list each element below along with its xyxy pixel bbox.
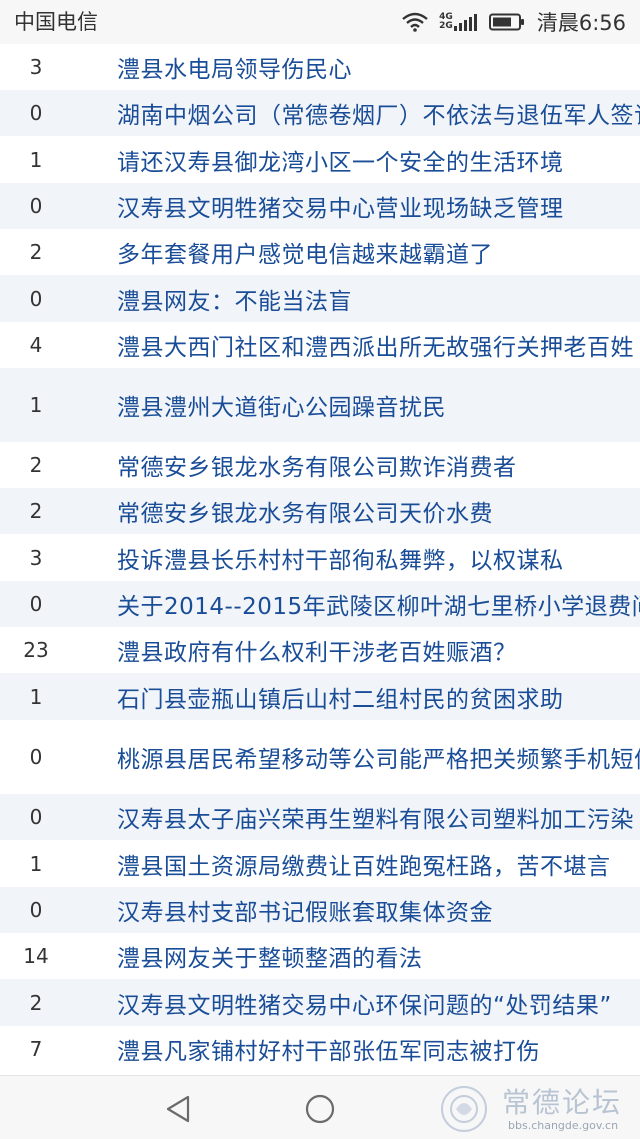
thread-title-link[interactable]: 澧县大西门社区和澧西派出所无故强行关押老百姓 <box>117 322 634 368</box>
reply-count: 0 <box>29 286 43 311</box>
thread-list: 3 澧县水电局领导伤民心 0 湖南中烟公司（常德卷烟厂）不依法与退伍军人签订劳动… <box>0 44 640 1072</box>
reply-count: 0 <box>29 898 43 922</box>
thread-row[interactable]: 2 常德安乡银龙水务有限公司欺诈消费者 <box>0 442 640 488</box>
home-icon[interactable] <box>303 1092 337 1130</box>
reply-count: 1 <box>29 147 43 172</box>
thread-title-link[interactable]: 澧县凡家铺村好村干部张伍军同志被打伤 <box>117 1026 540 1072</box>
reply-count: 0 <box>29 592 43 616</box>
reply-count: 0 <box>29 194 43 218</box>
thread-title-link[interactable]: 澧县政府有什么权利干涉老百姓赈酒？ <box>117 627 517 673</box>
watermark-url: bbs.changde.gov.cn <box>508 1119 619 1132</box>
thread-row[interactable]: 0 关于2014--2015年武陵区柳叶湖七里桥小学退费问题 <box>0 581 640 627</box>
reply-count: 0 <box>29 805 43 829</box>
thread-title-link[interactable]: 澧县水电局领导伤民心 <box>117 44 352 90</box>
reply-count: 14 <box>23 944 49 968</box>
reply-count: 1 <box>29 393 43 417</box>
clock: 清晨6:56 <box>536 11 626 35</box>
thread-title-link[interactable]: 汉寿县文明牲猪交易中心环保问题的“处罚结果” <box>117 979 612 1026</box>
thread-title-link[interactable]: 石门县壶瓶山镇后山村二组村民的贫困求助 <box>117 673 564 720</box>
watermark-name: 常德论坛 <box>502 1086 623 1119</box>
thread-title-link[interactable]: 多年套餐用户感觉电信越来越霸道了 <box>117 229 493 275</box>
thread-row[interactable]: 0 汉寿县文明牲猪交易中心营业现场缺乏管理 <box>0 183 640 229</box>
site-watermark: 常德论坛 bbs.changde.gov.cn <box>434 1079 634 1137</box>
thread-title-link[interactable]: 汉寿县太子庙兴荣再生塑料有限公司塑料加工污染 <box>117 794 634 840</box>
thread-row[interactable]: 0 湖南中烟公司（常德卷烟厂）不依法与退伍军人签订劳动合同 <box>0 90 640 136</box>
thread-row[interactable]: 1 澧县澧州大道街心公园躁音扰民 <box>0 368 640 442</box>
thread-row[interactable]: 7 澧县凡家铺村好村干部张伍军同志被打伤 <box>0 1026 640 1072</box>
thread-row[interactable]: 14 澧县网友关于整顿整酒的看法 <box>0 933 640 979</box>
reply-count: 0 <box>29 745 43 769</box>
thread-title-link[interactable]: 澧县国土资源局缴费让百姓跑冤枉路，苦不堪言 <box>117 840 611 887</box>
thread-row[interactable]: 2 汉寿县文明牲猪交易中心环保问题的“处罚结果” <box>0 979 640 1026</box>
reply-count: 2 <box>29 240 43 264</box>
thread-title-link[interactable]: 澧县网友关于整顿整酒的看法 <box>117 933 423 979</box>
thread-row[interactable]: 4 澧县大西门社区和澧西派出所无故强行关押老百姓 <box>0 322 640 368</box>
back-icon[interactable] <box>164 1094 192 1128</box>
thread-title-link[interactable]: 关于2014--2015年武陵区柳叶湖七里桥小学退费问题 <box>117 581 640 627</box>
thread-row[interactable]: 23 澧县政府有什么权利干涉老百姓赈酒？ <box>0 627 640 673</box>
cellular-network: 4G 2G <box>439 12 479 32</box>
thread-row[interactable]: 3 投诉澧县长乐村村干部徇私舞弊，以权谋私 <box>0 534 640 581</box>
thread-title-link[interactable]: 常德安乡银龙水务有限公司天价水费 <box>117 488 493 534</box>
reply-count: 1 <box>29 851 43 876</box>
thread-row[interactable]: 0 澧县网友：不能当法盲 <box>0 275 640 322</box>
thread-title-link[interactable]: 投诉澧县长乐村村干部徇私舞弊，以权谋私 <box>117 534 564 581</box>
thread-title-link[interactable]: 桃源县居民希望移动等公司能严格把关频繁手机短信 <box>117 720 640 794</box>
reply-count: 2 <box>29 453 43 477</box>
reply-count: 23 <box>23 638 49 662</box>
thread-title-link[interactable]: 澧县网友：不能当法盲 <box>117 275 352 322</box>
thread-row[interactable]: 2 多年套餐用户感觉电信越来越霸道了 <box>0 229 640 275</box>
thread-row[interactable]: 3 澧县水电局领导伤民心 <box>0 44 640 90</box>
thread-title-link[interactable]: 常德安乡银龙水务有限公司欺诈消费者 <box>117 442 517 488</box>
thread-row[interactable]: 1 澧县国土资源局缴费让百姓跑冤枉路，苦不堪言 <box>0 840 640 887</box>
signal-icon <box>453 14 477 31</box>
thread-row[interactable]: 2 常德安乡银龙水务有限公司天价水费 <box>0 488 640 534</box>
forum-logo-icon <box>434 1083 494 1139</box>
thread-row[interactable]: 1 请还汉寿县御龙湾小区一个安全的生活环境 <box>0 136 640 183</box>
status-icons: 4G 2G 清晨6:56 <box>391 8 626 36</box>
reply-count: 3 <box>29 545 43 570</box>
reply-count: 0 <box>29 101 43 125</box>
reply-count: 1 <box>29 684 43 709</box>
thread-row[interactable]: 0 汉寿县村支部书记假账套取集体资金 <box>0 887 640 933</box>
battery-icon <box>488 13 525 31</box>
wifi-icon <box>401 12 429 32</box>
navigation-bar: 常德论坛 bbs.changde.gov.cn <box>0 1075 640 1139</box>
reply-count: 2 <box>29 499 43 523</box>
network-type-bottom: 2G <box>439 21 453 31</box>
reply-count: 7 <box>29 1037 43 1061</box>
network-type-label: 4G 2G <box>439 13 453 31</box>
status-bar: 中国电信 4G 2G 清晨6:56 <box>0 0 640 44</box>
thread-row[interactable]: 1 石门县壶瓶山镇后山村二组村民的贫困求助 <box>0 673 640 720</box>
carrier-name: 中国电信 <box>14 10 98 34</box>
reply-count: 2 <box>29 990 43 1015</box>
thread-title-link[interactable]: 澧县澧州大道街心公园躁音扰民 <box>117 368 446 442</box>
thread-title-link[interactable]: 汉寿县村支部书记假账套取集体资金 <box>117 887 493 933</box>
thread-row[interactable]: 0 汉寿县太子庙兴荣再生塑料有限公司塑料加工污染 <box>0 794 640 840</box>
thread-title-link[interactable]: 汉寿县文明牲猪交易中心营业现场缺乏管理 <box>117 183 564 229</box>
thread-title-link[interactable]: 湖南中烟公司（常德卷烟厂）不依法与退伍军人签订劳动合同 <box>117 90 640 136</box>
reply-count: 4 <box>29 333 43 357</box>
reply-count: 3 <box>29 55 43 79</box>
thread-row[interactable]: 0 桃源县居民希望移动等公司能严格把关频繁手机短信 <box>0 720 640 794</box>
thread-title-link[interactable]: 请还汉寿县御龙湾小区一个安全的生活环境 <box>117 136 564 183</box>
